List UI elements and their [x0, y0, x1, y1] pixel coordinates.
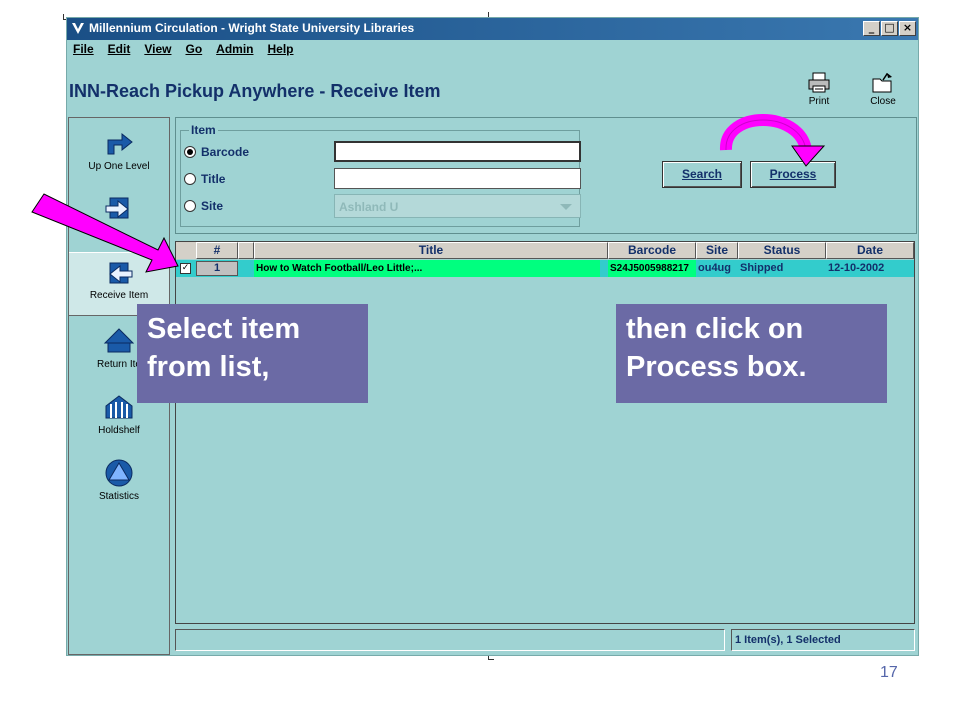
- receive-item-icon: [109, 262, 133, 284]
- window-controls: _ □ ×: [863, 21, 916, 36]
- radio-title[interactable]: Title: [184, 172, 225, 186]
- radio-unselected-icon[interactable]: [184, 200, 196, 212]
- row-barcode: S24J5005988217: [608, 260, 696, 277]
- site-select[interactable]: Ashland U: [334, 194, 581, 218]
- menu-bar: File Edit View Go Admin Help: [67, 42, 294, 60]
- status-pane-left: [175, 629, 725, 651]
- sidebar-item-send[interactable]: [69, 192, 169, 225]
- sidebar-item-label: Return Ite: [97, 359, 141, 370]
- results-table: # Title Barcode Site Status Date ✓ 1 How…: [175, 241, 915, 624]
- radio-label: Barcode: [201, 145, 250, 159]
- col-header-title[interactable]: Title: [254, 242, 608, 259]
- close-window-button[interactable]: ×: [899, 21, 916, 36]
- holdshelf-icon: [105, 395, 133, 419]
- radio-label: Title: [201, 172, 226, 186]
- sidebar-item-label: Receive Item: [89, 290, 149, 301]
- col-header-site[interactable]: Site: [696, 242, 738, 259]
- menu-edit[interactable]: Edit: [108, 42, 131, 60]
- close-label: Close: [870, 96, 896, 107]
- minimize-button[interactable]: _: [863, 21, 880, 36]
- maximize-button[interactable]: □: [881, 21, 898, 36]
- item-group-label: Item: [189, 123, 218, 137]
- menu-help[interactable]: Help: [268, 42, 294, 60]
- col-header-status[interactable]: Status: [738, 242, 826, 259]
- row-status: Shipped: [740, 262, 784, 274]
- close-button[interactable]: Close: [863, 72, 903, 107]
- row-number: 1: [196, 261, 238, 276]
- millennium-logo-icon: [72, 23, 84, 34]
- chevron-down-icon: [560, 204, 572, 210]
- row-date: 12-10-2002: [828, 262, 885, 274]
- col-header-spacer: [238, 242, 254, 259]
- radio-unselected-icon[interactable]: [184, 173, 196, 185]
- radio-selected-icon[interactable]: [184, 146, 196, 158]
- row-title: How to Watch Football/Leo Little;...: [254, 260, 600, 277]
- table-header: # Title Barcode Site Status Date: [176, 242, 914, 259]
- status-bar: 1 Item(s), 1 Selected: [175, 629, 915, 653]
- slide-number: 17: [880, 664, 898, 681]
- statistics-icon: [105, 459, 133, 487]
- col-header-barcode[interactable]: Barcode: [608, 242, 696, 259]
- radio-site[interactable]: Site: [184, 199, 223, 213]
- sidebar-item-label: Statistics: [98, 491, 139, 502]
- col-header-number[interactable]: #: [196, 242, 238, 259]
- title-bar: Millennium Circulation - Wright State Un…: [67, 18, 918, 40]
- radio-label: Site: [201, 199, 224, 213]
- send-item-icon: [105, 197, 129, 219]
- menu-file[interactable]: File: [73, 42, 94, 60]
- col-header-date[interactable]: Date: [826, 242, 914, 259]
- window-title: Millennium Circulation - Wright State Un…: [89, 21, 415, 35]
- item-group-box: Item Barcode Title Site Ashland U: [180, 123, 581, 227]
- row-site: ou4ug: [698, 262, 731, 274]
- printer-icon: [808, 72, 830, 93]
- process-button[interactable]: Process: [750, 161, 836, 188]
- callout-select-item: Select item from list,: [137, 304, 368, 403]
- print-button[interactable]: Print: [799, 72, 839, 107]
- search-panel: Item Barcode Title Site Ashland U Search: [175, 117, 917, 234]
- sidebar-item-label: Up One Level: [88, 161, 150, 172]
- title-input[interactable]: [334, 168, 581, 189]
- sidebar-item-label: Holdshelf: [98, 425, 140, 436]
- site-select-value: Ashland U: [339, 200, 399, 214]
- search-button[interactable]: Search: [662, 161, 742, 188]
- sidebar-item-up-one-level[interactable]: Up One Level: [69, 128, 169, 172]
- table-row[interactable]: ✓ 1 How to Watch Football/Leo Little;...…: [176, 260, 914, 277]
- row-checkbox[interactable]: ✓: [180, 263, 191, 274]
- barcode-input[interactable]: [334, 141, 581, 162]
- status-pane-selection: 1 Item(s), 1 Selected: [731, 629, 915, 651]
- up-arrow-icon: [107, 132, 133, 155]
- close-folder-icon: [872, 72, 892, 93]
- print-label: Print: [808, 96, 830, 107]
- page-title: INN-Reach Pickup Anywhere - Receive Item: [69, 81, 441, 101]
- sidebar-item-statistics[interactable]: Statistics: [69, 458, 169, 502]
- menu-go[interactable]: Go: [185, 42, 202, 60]
- callout-click-process: then click on Process box.: [616, 304, 887, 403]
- menu-view[interactable]: View: [144, 42, 171, 60]
- radio-barcode[interactable]: Barcode: [184, 145, 249, 159]
- return-item-icon: [103, 328, 135, 353]
- menu-admin[interactable]: Admin: [216, 42, 253, 60]
